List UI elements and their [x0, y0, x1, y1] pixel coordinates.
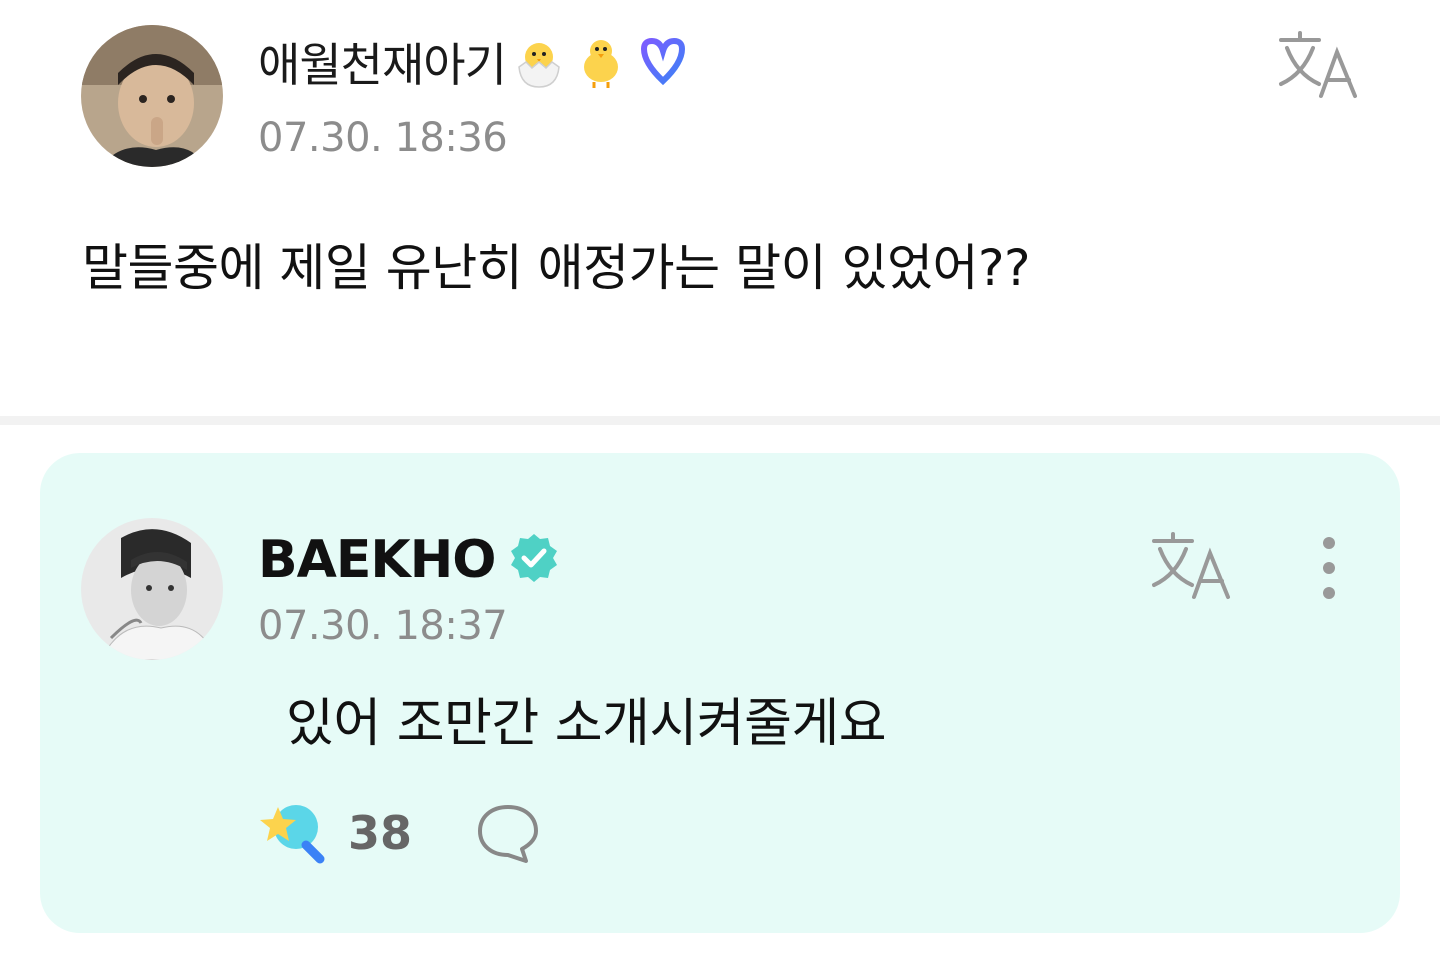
baby-chick-icon	[572, 33, 630, 91]
reply-text: 있어 조만간 소개시켜줄게요	[286, 694, 887, 754]
more-vertical-icon[interactable]	[1314, 533, 1344, 603]
artist-name-row: BAEKHO	[258, 525, 565, 595]
post-timestamp: 07.30. 18:36	[258, 115, 508, 161]
weverse-membership-icon	[634, 33, 692, 91]
verified-icon	[507, 531, 565, 589]
section-divider	[0, 416, 1440, 425]
fan-username[interactable]: 애월천재아기	[258, 29, 507, 95]
hatching-chick-icon	[510, 33, 568, 91]
fan-post: 애월천재아기 07.30. 18:36 말들중에 제일 유난히 애정가는 말이 …	[0, 0, 1440, 416]
lightstick-star-icon	[258, 801, 328, 865]
translate-icon[interactable]	[1148, 531, 1234, 601]
translate-icon[interactable]	[1275, 30, 1361, 100]
like-button[interactable]: 38	[258, 801, 412, 865]
artist-name[interactable]: BAEKHO	[258, 530, 496, 590]
post-text: 말들중에 제일 유난히 애정가는 말이 있었어??	[82, 239, 1031, 297]
fan-name-row: 애월천재아기	[258, 30, 692, 94]
reaction-bar: 38	[258, 801, 540, 865]
comment-icon[interactable]	[476, 801, 540, 865]
artist-avatar[interactable]	[81, 518, 223, 660]
reply-timestamp: 07.30. 18:37	[258, 603, 508, 649]
artist-reply-card: BAEKHO 07.30. 18:37 있어 조만간 소개시켜줄게요 38	[40, 453, 1400, 933]
like-count: 38	[348, 806, 413, 860]
fan-avatar[interactable]	[81, 25, 223, 167]
